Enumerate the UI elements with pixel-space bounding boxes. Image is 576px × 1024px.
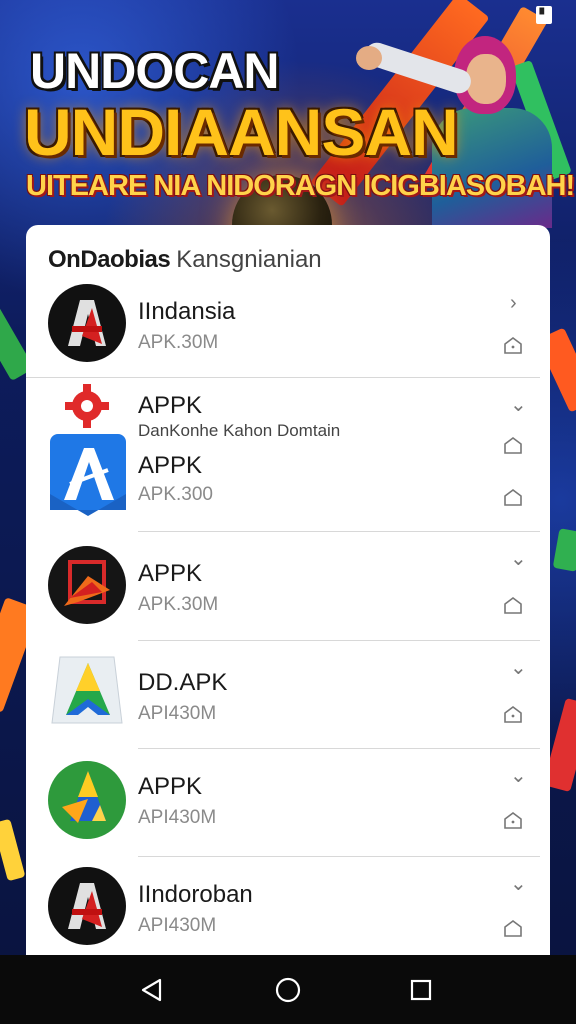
app-name: DD.APK — [138, 669, 228, 696]
list-item[interactable]: IIndansia APK.30M › — [26, 282, 550, 377]
back-icon[interactable] — [135, 973, 169, 1007]
download-icon[interactable] — [503, 919, 523, 937]
app-size: APK.30M — [138, 594, 219, 615]
headline-subtitle: UITEARE NIA NIDORAGN ICIGBIASOBAH! — [26, 170, 575, 202]
app-name: IIndansia — [138, 298, 236, 325]
home-icon[interactable] — [271, 973, 305, 1007]
download-icon[interactable] — [503, 811, 523, 829]
app-icon-green-circle — [48, 761, 126, 839]
app-name: APPK — [138, 560, 203, 587]
headline-line2: UNDIAANSAN — [24, 95, 459, 169]
app-icon-red-gear — [65, 384, 109, 428]
chevron-right-icon[interactable]: › — [510, 292, 517, 315]
app-size: API430M — [138, 915, 217, 936]
app-name: APPK — [138, 392, 203, 419]
recents-icon[interactable] — [404, 973, 438, 1007]
app-name: APPK — [138, 773, 203, 800]
chevron-down-icon[interactable]: ⌄ — [510, 871, 527, 896]
app-icon-black-arrow — [48, 546, 126, 624]
app-icon-black-red — [48, 284, 126, 362]
app-size: API430M — [138, 807, 217, 828]
app-icon-green-a — [51, 656, 123, 724]
card-title-part1: OnDaobias — [48, 246, 171, 273]
list-item[interactable]: DD.APK API430M ⌄ — [26, 641, 550, 748]
download-icon[interactable] — [503, 488, 523, 506]
app-icon-blue-a — [50, 434, 126, 516]
card-title: OnDaobias Kansgnianian — [48, 246, 322, 274]
app-size: APK.300 — [138, 484, 213, 505]
download-icon[interactable] — [503, 336, 523, 354]
list-item[interactable]: APPK APK.30M ⌄ — [26, 532, 550, 640]
app-name: IIndoroban — [138, 881, 253, 908]
list-item[interactable]: APPK DanKonhe Kahon Domtain ⌄ APPK APK.3… — [26, 378, 550, 531]
download-icon[interactable] — [503, 596, 523, 614]
download-icon[interactable] — [503, 436, 523, 454]
download-icon[interactable] — [503, 705, 523, 723]
app-description: DanKonhe Kahon Domtain — [138, 421, 341, 440]
chevron-down-icon[interactable]: ⌄ — [510, 655, 527, 680]
chevron-down-icon[interactable]: ⌄ — [510, 392, 527, 417]
notification-icon: ▘ — [536, 6, 552, 24]
list-item[interactable]: APPK API430M ⌄ — [26, 749, 550, 856]
list-item[interactable]: IIndoroban API430M ⌄ — [26, 857, 550, 960]
app-list-card: OnDaobias Kansgnianian IIndansia APK.30M … — [26, 225, 550, 960]
chevron-down-icon[interactable]: ⌄ — [510, 763, 527, 788]
app-name: APPK — [138, 452, 203, 479]
decor-ray — [0, 818, 26, 882]
decor-ray — [552, 528, 576, 572]
system-nav-bar — [0, 955, 576, 1024]
app-size: API430M — [138, 703, 217, 724]
app-icon-black-red — [48, 867, 126, 945]
headline-line1: UNDOCAN — [30, 43, 280, 99]
chevron-down-icon[interactable]: ⌄ — [510, 546, 527, 571]
app-size: APK.30M — [138, 332, 219, 353]
card-title-part2: Kansgnianian — [176, 246, 322, 273]
